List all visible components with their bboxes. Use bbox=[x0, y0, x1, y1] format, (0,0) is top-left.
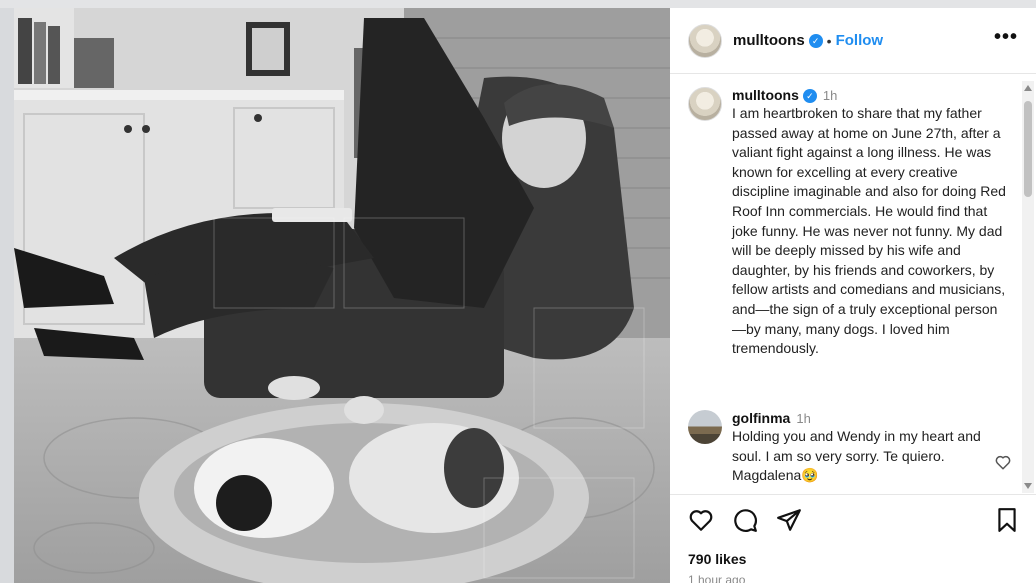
paper-plane-icon[interactable] bbox=[776, 507, 802, 533]
caption-username[interactable]: mulltoons bbox=[732, 87, 799, 103]
backdrop-top bbox=[0, 0, 1036, 8]
photo-illustration bbox=[14, 8, 670, 583]
comment-bubble-icon[interactable] bbox=[732, 507, 758, 533]
backdrop-left bbox=[0, 0, 14, 583]
follow-button[interactable]: Follow bbox=[836, 32, 884, 49]
comment-item: golfinma 1h Holding you and Wendy in my h… bbox=[688, 410, 1008, 486]
comment-like-heart-icon[interactable] bbox=[994, 453, 1012, 471]
caption-text: I am heartbroken to share that my father… bbox=[732, 105, 1006, 357]
author-avatar[interactable] bbox=[688, 23, 722, 58]
verified-badge-icon: ✓ bbox=[802, 89, 817, 103]
comments-section[interactable]: mulltoons ✓ 1h I am heartbroken to share t… bbox=[670, 75, 1036, 493]
comment-time[interactable]: 1h bbox=[796, 411, 810, 426]
likes-count[interactable]: 790 likes bbox=[688, 551, 746, 567]
post-caption: mulltoons ✓ 1h I am heartbroken to share t… bbox=[688, 87, 1008, 359]
heart-icon[interactable] bbox=[688, 507, 714, 533]
post-photo[interactable] bbox=[14, 8, 670, 583]
post-panel: mulltoons ✓ • Follow ••• mulltoons ✓ 1h I … bbox=[670, 8, 1036, 583]
caption-avatar[interactable] bbox=[688, 87, 722, 121]
post-time-ago[interactable]: 1 hour ago bbox=[688, 573, 745, 583]
comment-text: Holding you and Wendy in my heart and so… bbox=[732, 428, 981, 484]
more-options-icon[interactable]: ••• bbox=[994, 27, 1018, 47]
scroll-thumb[interactable] bbox=[1024, 101, 1032, 197]
bookmark-icon[interactable] bbox=[994, 507, 1020, 533]
verified-badge-icon: ✓ bbox=[808, 33, 823, 48]
caption-time[interactable]: 1h bbox=[823, 88, 837, 103]
post-actions: 790 likes 1 hour ago bbox=[670, 494, 1036, 583]
post-header: mulltoons ✓ • Follow ••• bbox=[670, 8, 1036, 74]
comments-scrollbar[interactable] bbox=[1022, 81, 1034, 493]
scroll-up-arrow-icon[interactable] bbox=[1024, 85, 1032, 91]
commenter-username[interactable]: golfinma bbox=[732, 410, 790, 426]
scroll-down-arrow-icon[interactable] bbox=[1024, 483, 1032, 489]
author-username[interactable]: mulltoons bbox=[733, 32, 805, 49]
commenter-avatar[interactable] bbox=[688, 410, 722, 444]
header-separator: • bbox=[826, 32, 832, 49]
